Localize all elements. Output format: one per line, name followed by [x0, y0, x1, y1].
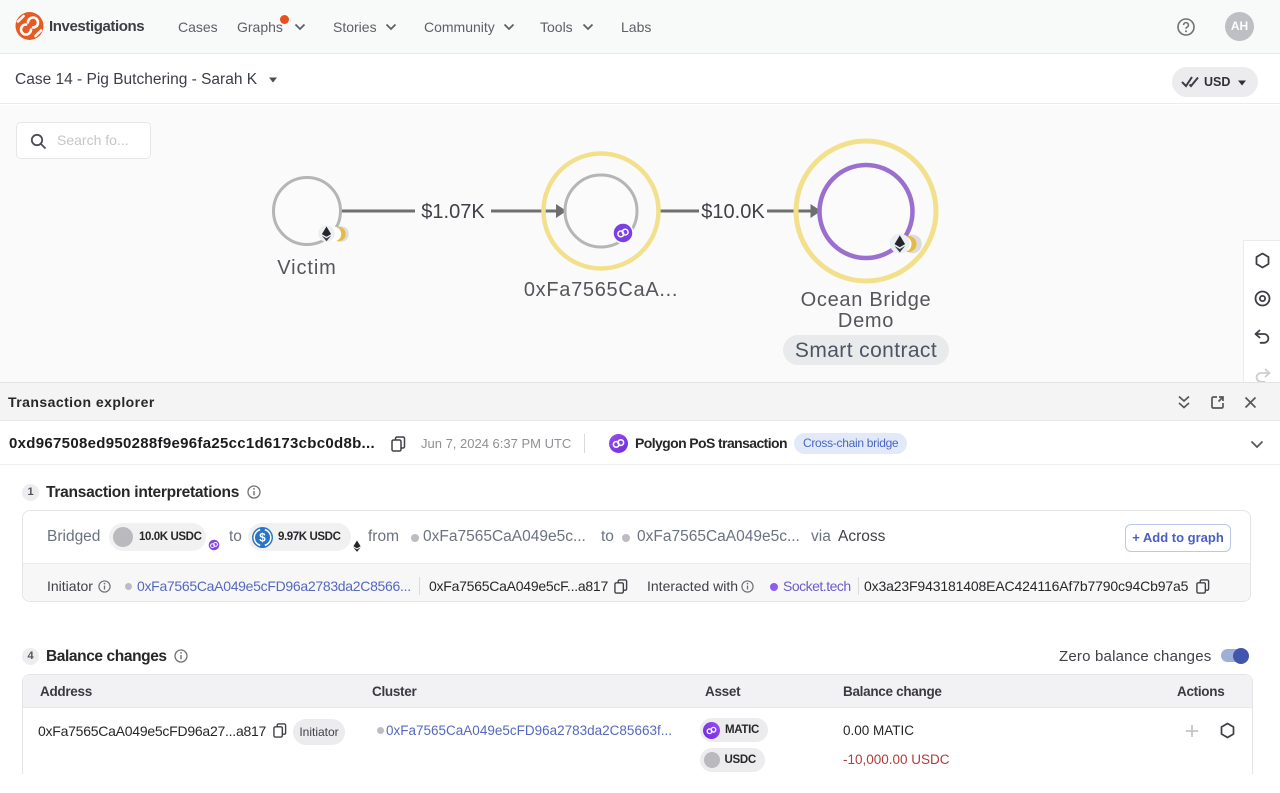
svg-text:Demo: Demo — [838, 310, 894, 332]
svg-text:Victim: Victim — [277, 257, 336, 279]
svg-text:$1.07K: $1.07K — [421, 201, 485, 223]
svg-text:$10.0K: $10.0K — [701, 201, 765, 223]
svg-text:Ocean Bridge: Ocean Bridge — [801, 289, 932, 311]
svg-text:Smart contract: Smart contract — [795, 339, 937, 362]
svg-text:$: $ — [259, 532, 266, 544]
svg-text:0xFa7565CaA...: 0xFa7565CaA... — [524, 279, 678, 301]
